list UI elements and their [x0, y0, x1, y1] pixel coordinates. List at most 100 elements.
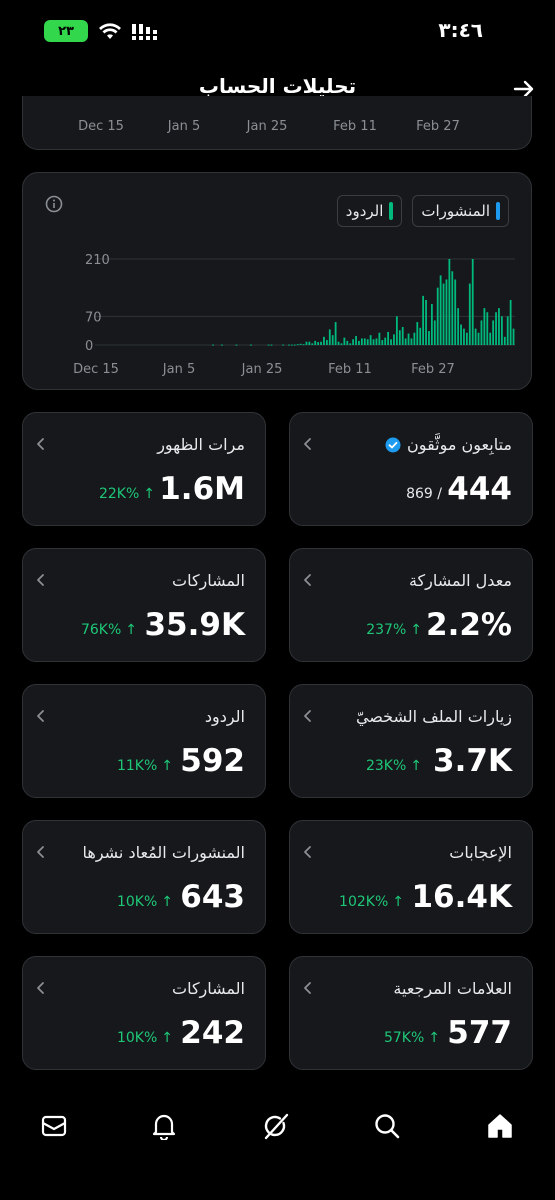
metric-card-verified-followers[interactable]: متابِعون موثَّقون 444 / 869	[289, 412, 533, 526]
chart-bar	[317, 342, 320, 345]
metric-change: 237% ↑	[366, 622, 422, 638]
x-tick: Feb 27	[416, 119, 460, 134]
chart-bar	[474, 328, 477, 345]
home-icon	[488, 1114, 512, 1138]
followers-chart-card: Dec 15 Jan 5 Jan 25 Feb 11 Feb 27	[22, 96, 532, 150]
metric-change-value: 102K%	[339, 894, 389, 910]
chart-bar	[346, 340, 349, 345]
chart-bar	[314, 340, 317, 345]
nav-grok[interactable]	[258, 1108, 294, 1144]
metric-label-text: المنشورات المُعاد نشرها	[82, 843, 246, 862]
chart-bar	[471, 259, 474, 345]
metric-label: متابِعون موثَّقون	[385, 435, 512, 454]
chart-bar	[509, 299, 512, 345]
chart-bar	[430, 304, 433, 345]
status-icons: ٢٣	[44, 20, 162, 42]
chart-bar	[442, 283, 445, 345]
metric-change-value: 23K%	[365, 758, 407, 774]
chart-bar	[378, 332, 381, 345]
metric-card-shares[interactable]: المشاركات 242 10K% ↑	[22, 956, 266, 1070]
metric-card-impressions[interactable]: مرات الظهور 1.6M 22K% ↑	[22, 412, 266, 526]
legend-replies[interactable]: الردود	[336, 195, 403, 227]
chart-bar	[375, 338, 378, 345]
chart-bar	[302, 344, 305, 346]
chart-bar	[299, 343, 302, 345]
chart-bar	[369, 335, 372, 345]
chart-bar	[506, 316, 509, 345]
chevron-left-icon	[304, 438, 311, 450]
chart-bar	[267, 344, 270, 346]
chart-bar	[448, 259, 451, 345]
metric-change: 57K% ↑	[384, 1030, 440, 1046]
chart-bar	[358, 340, 360, 345]
y-tick-label: 0	[85, 339, 93, 354]
wifi-icon	[98, 22, 122, 40]
chart-bar	[290, 344, 293, 346]
metric-card-engagements[interactable]: المشاركات 35.9K 76K% ↑	[22, 548, 266, 662]
chart-bar	[293, 344, 296, 346]
chart-bar	[387, 331, 390, 345]
chart-bar	[512, 328, 515, 345]
chart-legend: الردود المنشورات	[336, 195, 509, 227]
nav-notifications[interactable]	[146, 1108, 182, 1144]
chart-bar	[436, 287, 439, 345]
legend-posts-label: المنشورات	[421, 202, 490, 220]
nav-home[interactable]	[482, 1108, 518, 1144]
nav-messages[interactable]	[36, 1108, 72, 1144]
bottom-nav	[0, 1096, 555, 1156]
x-tick: Jan 5	[167, 119, 201, 134]
metric-card-likes[interactable]: الإعجابات 16.4K 102K% ↑	[289, 820, 533, 934]
chevron-left-icon	[304, 982, 311, 994]
chart-bar	[404, 338, 407, 345]
metric-card-profile-visits[interactable]: زيارات الملف الشخصيّ 3.7K 23K% ↑	[289, 684, 533, 798]
chevron-left-icon	[304, 846, 311, 858]
metric-change: 10K% ↑	[117, 1030, 173, 1046]
chart-bar	[360, 338, 363, 345]
nav-search[interactable]	[369, 1108, 405, 1144]
x-tick-label: Jan 5	[162, 362, 195, 377]
chart-bar	[419, 327, 422, 345]
metric-label: المنشورات المُعاد نشرها	[83, 843, 246, 862]
chart-bar	[480, 320, 483, 345]
x-tick-label: Feb 27	[411, 362, 455, 377]
chart-bar	[331, 335, 334, 345]
metric-label-text: مرات الظهور	[157, 435, 245, 454]
metric-card-bookmarks[interactable]: العلامات المرجعية 577 57K% ↑	[289, 956, 533, 1070]
chart-bar	[398, 330, 401, 345]
chevron-left-icon	[304, 710, 311, 722]
chart-bar	[395, 316, 398, 345]
chart-bar	[486, 312, 489, 345]
legend-posts[interactable]: المنشورات	[412, 195, 509, 227]
chart-bar	[451, 271, 454, 345]
chevron-left-icon	[37, 710, 44, 722]
chart-bar	[363, 338, 366, 345]
metric-change: 102K% ↑	[339, 894, 404, 910]
chart-bar	[235, 344, 238, 346]
metric-label: مرات الظهور	[157, 435, 245, 454]
chart-bar	[498, 308, 500, 345]
chart-bar	[328, 329, 331, 345]
chart-bar	[352, 339, 355, 345]
metric-label: زيارات الملف الشخصيّ	[356, 707, 512, 726]
chart-bar	[413, 332, 416, 345]
chart-bar	[465, 332, 468, 345]
metric-change-value: 57K%	[383, 1030, 425, 1046]
metric-label: الإعجابات	[449, 843, 512, 862]
chart-bar	[282, 344, 285, 346]
metric-label-text: زيارات الملف الشخصيّ	[355, 707, 512, 726]
metric-change-value: 10K%	[116, 894, 158, 910]
metric-value: 592	[180, 743, 245, 779]
metric-card-reposts[interactable]: المنشورات المُعاد نشرها 643 10K% ↑	[22, 820, 266, 934]
chevron-left-icon	[37, 982, 44, 994]
chart-bar	[349, 343, 352, 345]
chart-bar	[416, 322, 419, 345]
info-icon[interactable]	[45, 195, 63, 213]
metric-card-replies[interactable]: الردود 592 11K% ↑	[22, 684, 266, 798]
chart-bar	[212, 344, 215, 346]
metric-label: المشاركات	[172, 571, 245, 590]
activity-chart-card: 0 70 210 Dec 15 Jan 5 Jan 25 Feb 11 Feb 27 الرد…	[22, 172, 532, 390]
chevron-left-icon	[37, 574, 44, 586]
metric-label: المشاركات	[172, 979, 245, 998]
metric-label-text: متابِعون موثَّقون	[407, 435, 512, 454]
metric-card-engagement-rate[interactable]: معدل المشاركة 2.2% 237% ↑	[289, 548, 533, 662]
